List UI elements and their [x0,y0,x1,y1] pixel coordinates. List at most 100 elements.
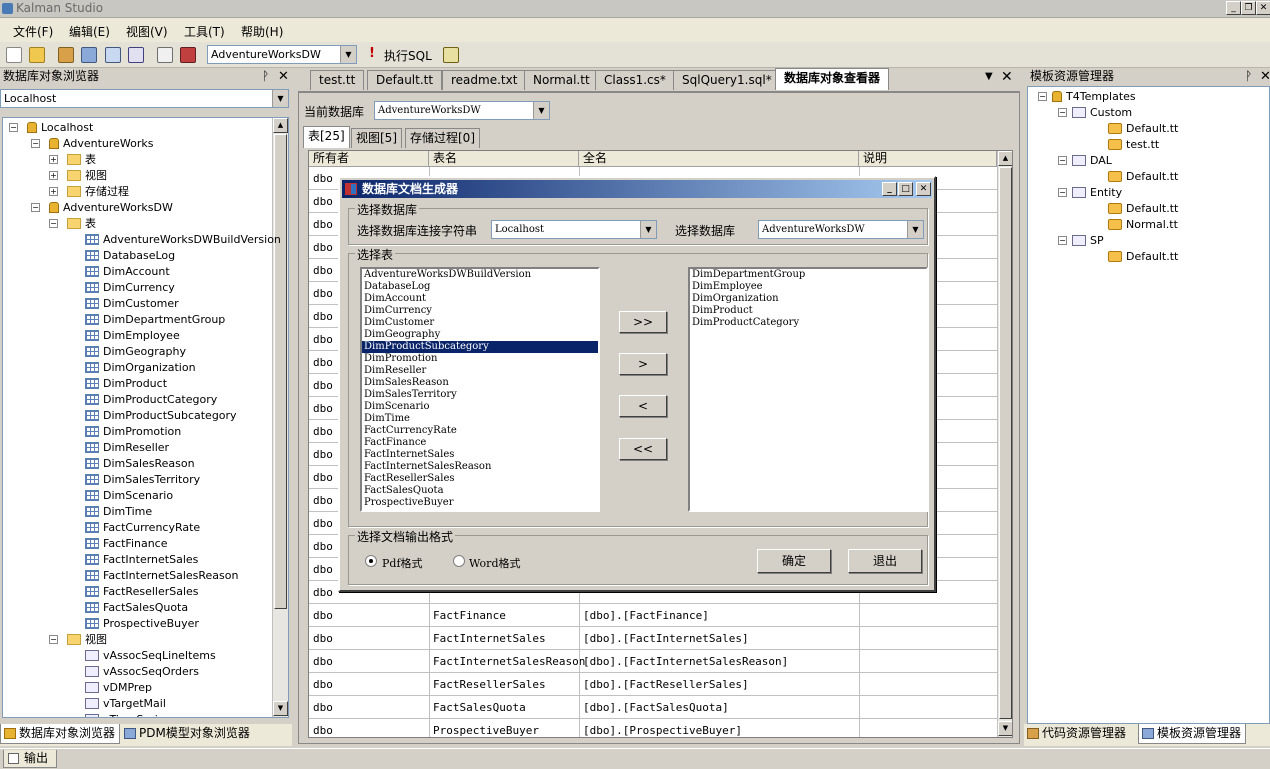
menu-edit[interactable]: 编辑(E) [69,23,110,40]
close-icon[interactable]: ✕ [1001,69,1013,85]
template-tree-node[interactable]: Custom [1072,105,1132,121]
tree-node-folder[interactable]: 视图 [67,632,107,648]
tree-node-view[interactable]: vAssocSeqLineItems [85,648,216,664]
tree-node-table[interactable]: DatabaseLog [85,248,175,264]
settings-icon[interactable] [443,47,459,63]
template-tree-node[interactable]: Default.tt [1108,201,1178,217]
scroll-down-icon[interactable]: ▼ [273,701,288,716]
open-folder-icon[interactable] [29,47,45,63]
tree-node-database[interactable]: AdventureWorksDW [49,200,173,216]
tree-node-table[interactable]: DimOrganization [85,360,196,376]
doc-tab[interactable]: 数据库对象查看器 [775,68,890,90]
tree-node-view[interactable]: vAssocSeqOrders [85,664,199,680]
pdf-label[interactable]: Pdf格式 [382,555,423,571]
scroll-up-icon[interactable]: ▲ [998,151,1012,166]
tab-template-explorer[interactable]: 模板资源管理器 [1138,724,1247,744]
pin-icon[interactable]: ᚹ [262,68,269,85]
doc-tab[interactable]: readme.txt [442,70,527,90]
scroll-thumb[interactable] [999,167,1012,719]
doc-tab[interactable]: test.tt [310,70,365,90]
template-tree-node[interactable]: Normal.tt [1108,217,1178,233]
tree-scrollbar[interactable]: ▲ ▼ [272,118,288,717]
list-item[interactable]: FactInternetSales [362,449,598,461]
expand-toggle-icon[interactable]: − [1058,236,1067,245]
add-all-button[interactable]: >> [619,311,667,333]
tab-list-icon[interactable]: ▼ [985,71,993,82]
list-item[interactable]: DimReseller [362,365,598,377]
scroll-up-icon[interactable]: ▲ [273,118,288,133]
dialog-close-button[interactable]: ✕ [916,182,931,196]
list-item[interactable]: FactInternetSalesReason [362,461,598,473]
tab-pdm-browser[interactable]: PDM模型对象浏览器 [121,724,254,744]
tree-node-table[interactable]: DimTime [85,504,152,520]
template-tree-node[interactable]: Default.tt [1108,249,1178,265]
expand-toggle-icon[interactable]: − [9,123,18,132]
list-item[interactable]: FactSalesQuota [362,485,598,497]
menu-file[interactable]: 文件(F) [13,23,53,40]
tree-node-database[interactable]: AdventureWorks [49,136,153,152]
expand-toggle-icon[interactable]: + [49,187,58,196]
list-item[interactable]: DimOrganization [690,293,926,305]
current-db-combo[interactable]: AdventureWorksDW ▼ [374,101,550,120]
minimize-button[interactable]: _ [1226,1,1241,15]
template-tree-node[interactable]: DAL [1072,153,1112,169]
scroll-down-icon[interactable]: ▼ [998,721,1012,736]
tree-node-table[interactable]: FactInternetSales [85,552,198,568]
tree-node-table[interactable]: DimPromotion [85,424,181,440]
database-icon[interactable] [180,47,196,63]
tree-node-server[interactable]: Localhost [27,120,93,136]
template-icon[interactable] [58,47,74,63]
template-tree-node[interactable]: T4Templates [1052,89,1136,105]
grid-scrollbar[interactable]: ▲ ▼ [997,151,1012,737]
scroll-thumb[interactable] [274,134,287,609]
document-icon[interactable] [157,47,173,63]
tree-node-table[interactable]: DimAccount [85,264,170,280]
list-item[interactable]: DimCustomer [362,317,598,329]
list-item[interactable]: DimTime [362,413,598,425]
tree-node-table[interactable]: FactInternetSalesReason [85,568,238,584]
doc-tab[interactable]: Class1.cs* [595,70,675,90]
table-row[interactable]: dbo FactInternetSales [dbo].[FactInternetS… [309,627,997,650]
tree-node-table[interactable]: DimCurrency [85,280,175,296]
tree-node-table[interactable]: FactResellerSales [85,584,199,600]
generate-icon[interactable] [81,47,97,63]
tree-node-folder[interactable]: 存储过程 [67,184,129,200]
expand-toggle-icon[interactable]: − [1058,156,1067,165]
diagram-icon[interactable] [128,47,144,63]
menu-tools[interactable]: 工具(T) [184,23,225,40]
dialog-minimize-button[interactable]: _ [882,182,897,196]
close-icon[interactable]: ✕ [278,68,289,85]
table-row[interactable]: dbo FactSalesQuota [dbo].[FactSalesQuota] [309,696,997,719]
list-item[interactable]: FactFinance [362,437,598,449]
table-row[interactable]: dbo ProspectiveBuyer [dbo].[ProspectiveBuy… [309,719,997,737]
template-tree-node[interactable]: test.tt [1108,137,1159,153]
expand-toggle-icon[interactable]: − [31,139,40,148]
tree-node-table[interactable]: DimProduct [85,376,167,392]
remove-all-button[interactable]: << [619,438,667,460]
col-description[interactable]: 说明 [859,151,997,167]
col-owner[interactable]: 所有者 [309,151,429,167]
tree-node-table[interactable]: DimReseller [85,440,169,456]
tree-node-table[interactable]: DimEmployee [85,328,180,344]
tree-node-table[interactable]: DimProductCategory [85,392,217,408]
expand-toggle-icon[interactable]: − [1038,92,1047,101]
tree-node-table[interactable]: AdventureWorksDWBuildVersion [85,232,281,248]
server-combo[interactable]: Localhost ▼ [0,89,289,108]
conn-combo[interactable]: Localhost ▼ [491,220,657,239]
list-item[interactable]: DimDepartmentGroup [690,269,926,281]
execute-sql-button[interactable]: 执行SQL [384,47,432,64]
close-icon[interactable]: ✕ [1260,68,1270,85]
tree-node-table[interactable]: DimScenario [85,488,173,504]
list-item[interactable]: DimGeography [362,329,598,341]
expand-toggle-icon[interactable]: − [1058,108,1067,117]
tree-node-table[interactable]: DimSalesReason [85,456,195,472]
doc-tab[interactable]: SqlQuery1.sql* [673,70,781,90]
menu-view[interactable]: 视图(V) [126,23,168,40]
list-item[interactable]: DimSalesReason [362,377,598,389]
list-item[interactable]: DatabaseLog [362,281,598,293]
list-item[interactable]: DimProductCategory [690,317,926,329]
dialog-maximize-button[interactable]: □ [898,182,913,196]
available-tables-list[interactable]: AdventureWorksDWBuildVersion DatabaseLog D… [360,267,600,512]
template-tree-node[interactable]: SP [1072,233,1104,249]
pdf-radio[interactable] [365,555,377,567]
